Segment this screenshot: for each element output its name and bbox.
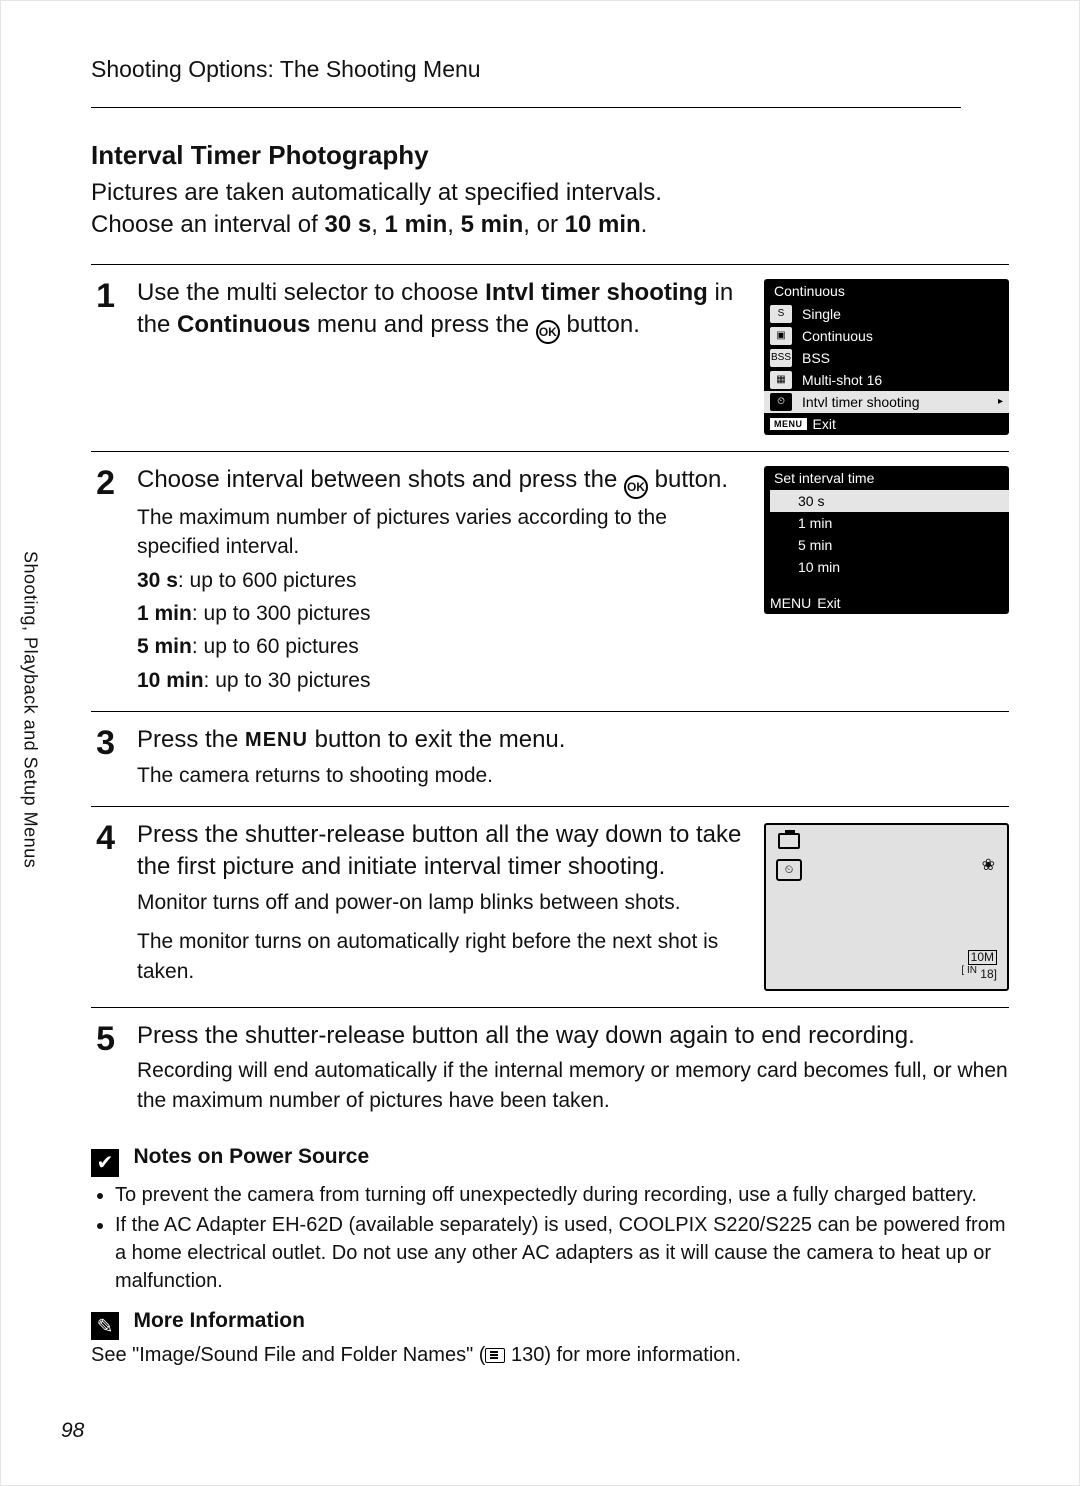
step4-lead: Press the shutter-release button all the… [137,819,742,884]
menu-button-label: MENU [245,727,308,754]
book-icon [485,1348,505,1363]
menu-tag: MENU [770,595,811,611]
intro-line2-a: Choose an interval of [91,211,324,238]
screen-interval: Set interval time 30 s 1 min 5 min 10 mi… [764,466,1009,614]
menu-tag: MENU [770,418,807,430]
note-power-source: ✔ Notes on Power Source To prevent the c… [91,1145,1009,1295]
step-2: 2 Choose interval between shots and pres… [91,451,1009,711]
info-icon: ✎ [91,1312,119,1340]
step4-sub: Monitor turns off and power-on lamp blin… [137,888,742,986]
screen-title: Set interval time [764,466,1009,490]
note-title: More Information [133,1309,305,1332]
chevron-right-icon: ▸ [998,396,1003,407]
step2-sub: The maximum number of pictures varies ac… [137,503,742,695]
screen-footer: MENUExit [764,592,1009,614]
quality-indicator: 10M [ IN 18] [961,950,997,981]
section-heading: Interval Timer Photography [91,140,1009,171]
intro-10min: 10 min [565,211,641,238]
intro-30s: 30 s [324,211,371,238]
screen-item-bss: BSSBSS [764,347,1009,369]
screen-item-multishot16: ▦Multi-shot 16 [764,369,1009,391]
screen-continuous: Continuous SSingle ▣Continuous BSSBSS ▦M… [764,279,1009,435]
step-number: 1 [91,279,121,435]
screen-item-continuous: ▣Continuous [764,325,1009,347]
note-title: Notes on Power Source [133,1145,369,1168]
step-1: 1 Use the multi selector to choose Intvl… [91,264,1009,451]
step-5: 5 Press the shutter-release button all t… [91,1007,1009,1131]
note-bullet: If the AC Adapter EH-62D (available sepa… [115,1211,1009,1295]
interval-option-30s: 30 s [764,490,1009,512]
step5-lead: Press the shutter-release button all the… [137,1020,1009,1052]
intro-5min: 5 min [461,211,524,238]
ok-icon: OK [624,475,648,499]
section-tab: Shooting, Playback and Setup Menus [15,541,45,881]
step-number: 3 [91,726,121,790]
ok-icon: OK [536,320,560,344]
intro-line1: Pictures are taken automatically at spec… [91,179,662,206]
intro-1min: 1 min [385,211,448,238]
screen-footer: MENUExit [764,413,1009,435]
see-reference: See "Image/Sound File and Folder Names" … [91,1344,1009,1367]
step5-sub: Recording will end automatically if the … [137,1056,1009,1115]
step3-sub: The camera returns to shooting mode. [137,761,1009,790]
interval-option-5min: 5 min [764,534,1009,556]
chapter-title: Shooting Options: The Shooting Menu [91,56,961,108]
camera-icon [778,833,800,849]
intro-text: Pictures are taken automatically at spec… [91,177,1009,242]
step-number: 5 [91,1022,121,1115]
note-more-info: ✎ More Information See "Image/Sound File… [91,1309,1009,1368]
step-4: 4 Press the shutter-release button all t… [91,806,1009,1007]
page-number: 98 [61,1419,84,1443]
step3-lead: Press the MENU button to exit the menu. [137,724,1009,756]
step-number: 2 [91,466,121,695]
timer-icon: ⏲ [776,859,802,881]
step2-lead: Choose interval between shots and press … [137,464,742,499]
step1-lead: Use the multi selector to choose Intvl t… [137,277,742,344]
note-list: To prevent the camera from turning off u… [91,1181,1009,1295]
interval-option-1min: 1 min [764,512,1009,534]
screen-liveview: ⏲ ❀ 10M [ IN 18] [764,823,1009,991]
screen-item-single: SSingle [764,303,1009,325]
check-icon: ✔ [91,1149,119,1177]
screen-title: Continuous [764,279,1009,303]
screen-item-intvl: ⏲Intvl timer shooting▸ [764,391,1009,413]
step-3: 3 Press the MENU button to exit the menu… [91,711,1009,806]
note-bullet: To prevent the camera from turning off u… [115,1181,1009,1209]
step-number: 4 [91,821,121,991]
macro-icon: ❀ [982,855,995,875]
interval-option-10min: 10 min [764,556,1009,578]
